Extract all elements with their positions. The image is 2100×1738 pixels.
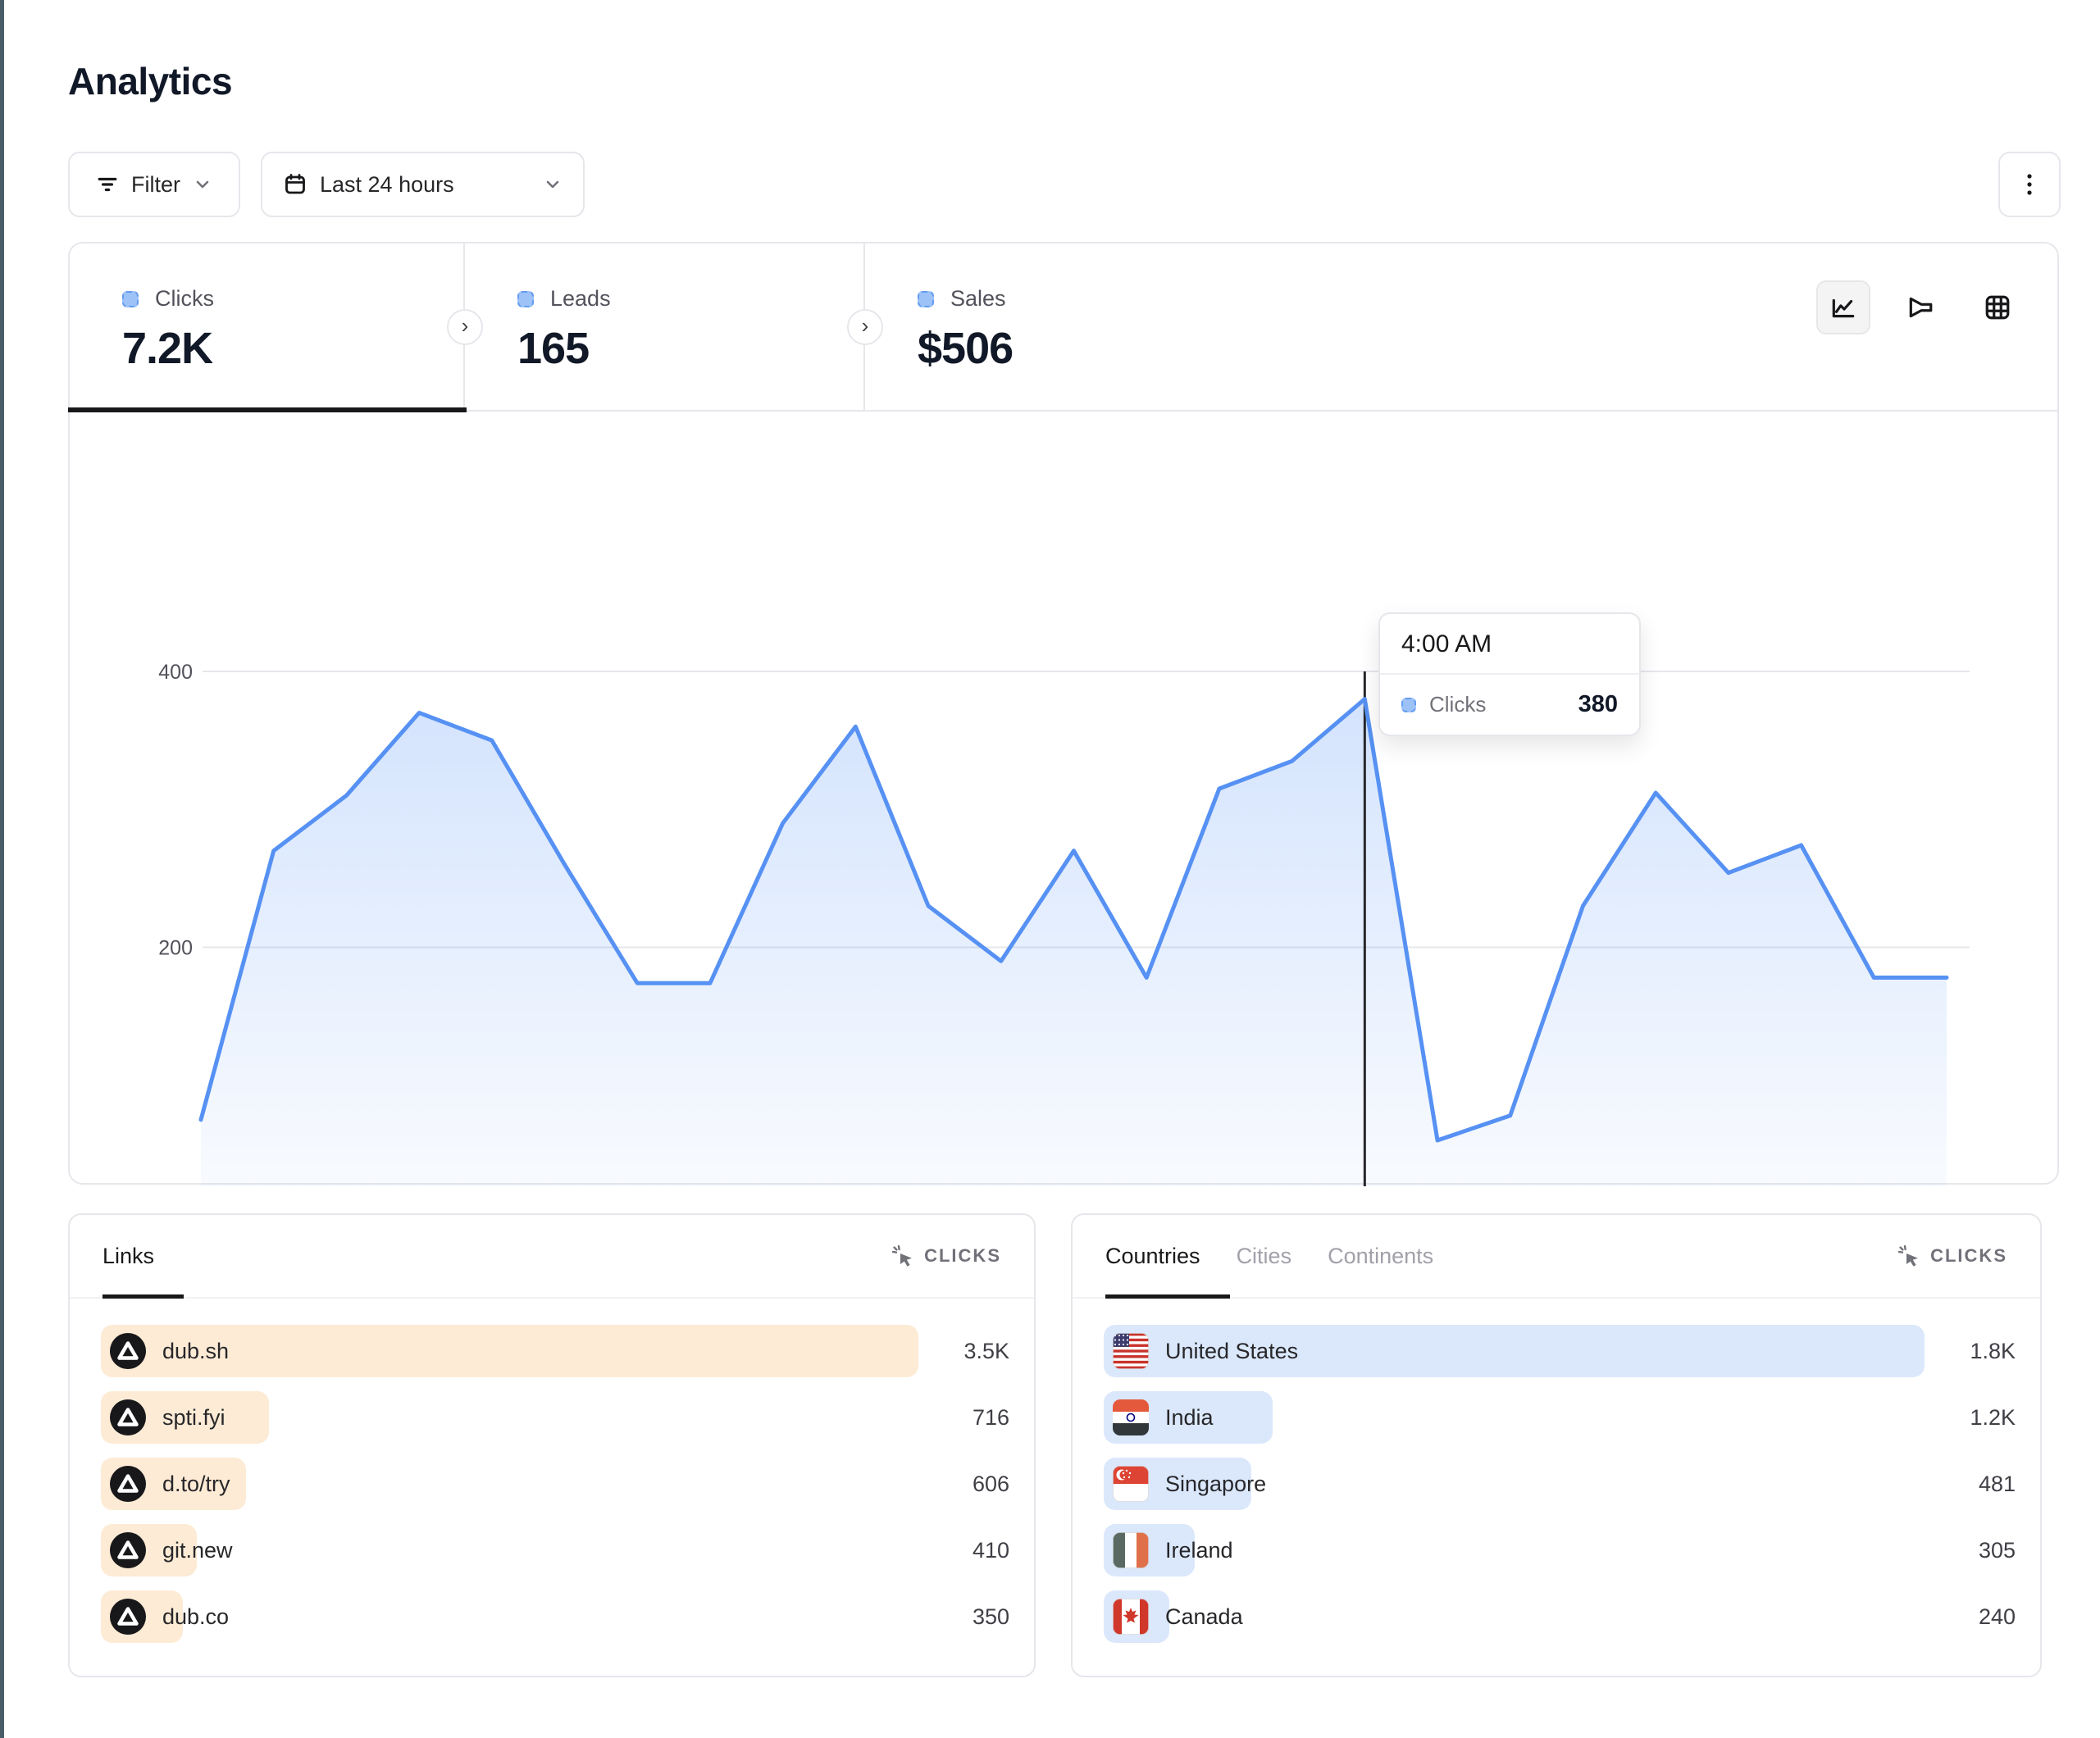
clicks-area-chart[interactable]: 02004004:00 PM8:00 PM12:00 AM4:00 AM8:00… xyxy=(70,412,2061,1186)
ie-flag-icon xyxy=(1113,1532,1149,1568)
metric-label: CLICKS xyxy=(924,1245,1001,1267)
country-clicks-value: 240 xyxy=(1979,1604,2016,1630)
link-row[interactable]: d.to/try 606 xyxy=(101,1458,1009,1510)
cursor-click-icon xyxy=(1897,1244,1920,1267)
link-label: spti.fyi xyxy=(162,1405,225,1431)
analytics-card: Clicks 7.2K Leads 165 Sales $506 xyxy=(68,242,2059,1185)
next-step-chevron-button[interactable]: › xyxy=(847,309,883,345)
dub-favicon-icon xyxy=(110,1599,146,1635)
svg-text:200: 200 xyxy=(158,937,193,960)
table-grid-icon xyxy=(1984,293,2011,321)
country-label: India xyxy=(1165,1405,1214,1431)
country-label: Singapore xyxy=(1165,1472,1266,1497)
tooltip-value: 380 xyxy=(1578,691,1618,718)
dub-favicon-icon xyxy=(110,1466,146,1502)
country-clicks-value: 1.8K xyxy=(1970,1339,2016,1364)
links-metric-chip[interactable]: CLICKS xyxy=(891,1244,1001,1267)
link-label: git.new xyxy=(162,1538,233,1563)
chart-canvas: 02004004:00 PM8:00 PM12:00 AM4:00 AM8:00… xyxy=(70,412,2061,1186)
page-title: Analytics xyxy=(68,59,232,103)
link-row[interactable]: spti.fyi 716 xyxy=(101,1391,1009,1444)
tab-leads[interactable]: Leads 165 xyxy=(465,243,865,410)
analytics-page: Analytics Filter Last 24 hours xyxy=(0,0,2100,1738)
tooltip-legend-square-icon xyxy=(1401,698,1416,712)
link-row[interactable]: dub.co 350 xyxy=(101,1590,1009,1643)
link-label: dub.sh xyxy=(162,1339,229,1364)
funnel-icon xyxy=(1906,293,1934,321)
svg-text:400: 400 xyxy=(158,661,193,684)
country-label: Ireland xyxy=(1165,1538,1233,1563)
countries-panel: Countries Cities Continents CLICKS Unite… xyxy=(1071,1213,2042,1677)
stat-value: 7.2K xyxy=(122,323,463,374)
link-label: dub.co xyxy=(162,1604,229,1630)
tab-sales[interactable]: Sales $506 xyxy=(865,243,2057,410)
metric-label: CLICKS xyxy=(1930,1245,2007,1267)
dub-favicon-icon xyxy=(110,1333,146,1369)
country-row[interactable]: Canada 240 xyxy=(1104,1590,2016,1643)
country-label: Canada xyxy=(1165,1604,1243,1630)
country-clicks-value: 1.2K xyxy=(1970,1405,2016,1431)
kebab-menu-icon xyxy=(2019,172,2040,197)
link-clicks-value: 410 xyxy=(973,1538,1009,1563)
tab-countries[interactable]: Countries xyxy=(1105,1215,1200,1297)
stats-tab-row: Clicks 7.2K Leads 165 Sales $506 xyxy=(70,243,2057,412)
more-options-button[interactable] xyxy=(1998,152,2061,217)
line-chart-view-button[interactable] xyxy=(1816,280,1870,334)
country-row[interactable]: United States 1.8K xyxy=(1104,1325,2016,1377)
tooltip-time: 4:00 AM xyxy=(1380,614,1639,675)
filter-button-label: Filter xyxy=(131,172,180,198)
dub-favicon-icon xyxy=(110,1399,146,1435)
line-chart-icon xyxy=(1829,293,1857,321)
tab-cities[interactable]: Cities xyxy=(1237,1215,1292,1297)
link-clicks-value: 350 xyxy=(973,1604,1009,1630)
tab-links[interactable]: Links xyxy=(102,1215,154,1297)
countries-metric-chip[interactable]: CLICKS xyxy=(1897,1244,2007,1267)
country-row[interactable]: Ireland 305 xyxy=(1104,1524,2016,1576)
table-view-button[interactable] xyxy=(1970,280,2025,334)
stat-label: Sales xyxy=(950,286,1006,312)
chart-view-toggles xyxy=(1816,280,2025,334)
date-range-label: Last 24 hours xyxy=(320,172,454,198)
filter-icon xyxy=(97,174,118,195)
leads-legend-square-icon xyxy=(517,291,534,307)
us-flag-icon xyxy=(1113,1333,1149,1369)
tooltip-series-label: Clicks xyxy=(1429,692,1565,717)
chart-tooltip: 4:00 AM Clicks 380 xyxy=(1378,612,1641,736)
country-label: United States xyxy=(1165,1339,1298,1364)
link-row[interactable]: git.new 410 xyxy=(101,1524,1009,1576)
funnel-view-button[interactable] xyxy=(1893,280,1947,334)
clicks-legend-square-icon xyxy=(122,291,139,307)
in-flag-icon xyxy=(1113,1399,1149,1435)
dub-favicon-icon xyxy=(110,1532,146,1568)
filter-button[interactable]: Filter xyxy=(68,152,240,217)
stat-label: Clicks xyxy=(155,286,214,312)
date-range-button[interactable]: Last 24 hours xyxy=(261,152,585,217)
tab-continents[interactable]: Continents xyxy=(1328,1215,1433,1297)
countries-list: United States 1.8K India 1.2K Singapore 481 Ir… xyxy=(1073,1299,2040,1643)
ca-flag-icon xyxy=(1113,1599,1149,1635)
country-row[interactable]: Singapore 481 xyxy=(1104,1458,2016,1510)
chevron-down-icon xyxy=(194,175,212,193)
stat-value: 165 xyxy=(517,323,863,374)
country-row[interactable]: India 1.2K xyxy=(1104,1391,2016,1444)
link-clicks-value: 3.5K xyxy=(963,1339,1009,1364)
chevron-down-icon xyxy=(544,175,562,193)
sg-flag-icon xyxy=(1113,1466,1149,1502)
links-panel: Links CLICKS dub.sh 3.5K spti.fyi 716 d.to/t… xyxy=(68,1213,1036,1677)
next-step-chevron-button[interactable]: › xyxy=(447,309,483,345)
link-clicks-value: 716 xyxy=(973,1405,1009,1431)
left-edge-strip xyxy=(0,0,4,1738)
links-list: dub.sh 3.5K spti.fyi 716 d.to/try 606 git.new 4… xyxy=(70,1299,1034,1643)
link-row[interactable]: dub.sh 3.5K xyxy=(101,1325,1009,1377)
cursor-click-icon xyxy=(891,1244,914,1267)
calendar-icon xyxy=(284,173,307,196)
link-clicks-value: 606 xyxy=(973,1472,1009,1497)
country-clicks-value: 305 xyxy=(1979,1538,2016,1563)
tab-clicks[interactable]: Clicks 7.2K xyxy=(70,243,465,410)
country-clicks-value: 481 xyxy=(1979,1472,2016,1497)
stat-label: Leads xyxy=(550,286,611,312)
link-label: d.to/try xyxy=(162,1472,230,1497)
sales-legend-square-icon xyxy=(918,291,934,307)
